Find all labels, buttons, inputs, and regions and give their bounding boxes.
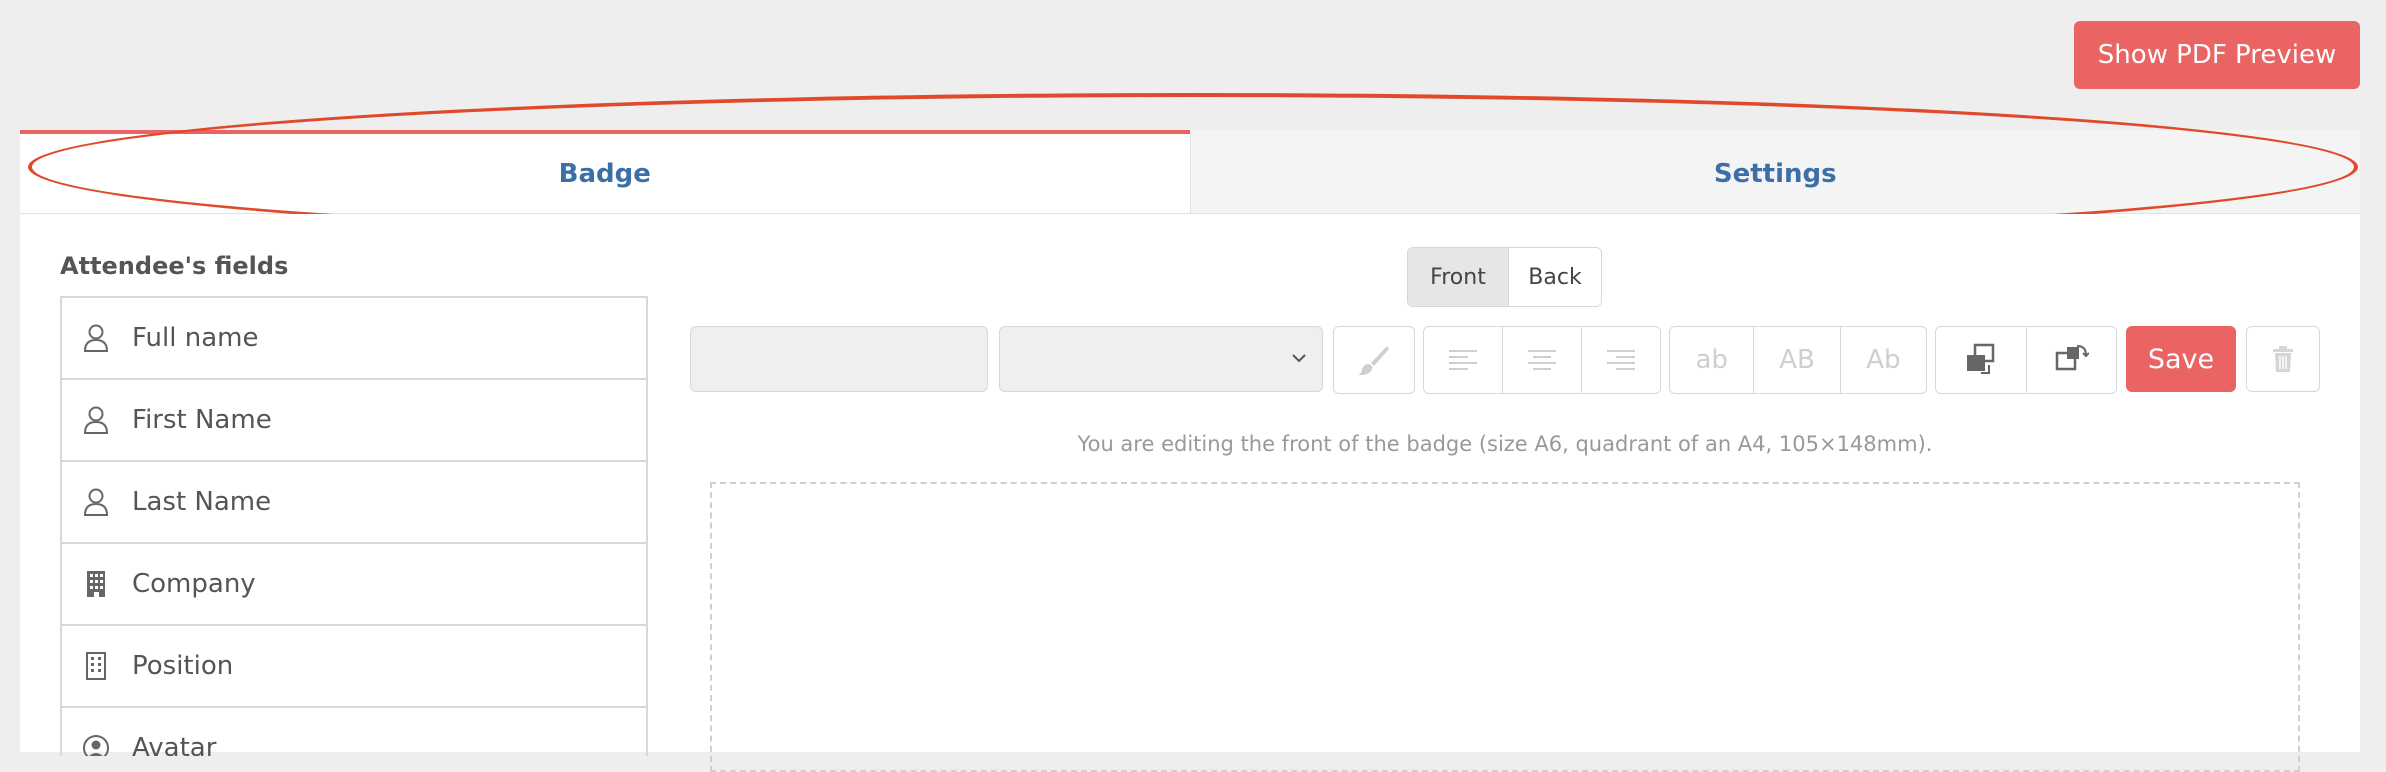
lowercase-button[interactable]: ab	[1670, 327, 1755, 393]
field-company[interactable]: Company	[62, 544, 646, 626]
field-label: Avatar	[132, 733, 217, 756]
field-label: Last Name	[132, 487, 272, 517]
building-outline-icon	[86, 652, 106, 680]
attendee-fields-list: Full name First Name Last Name Company P…	[60, 296, 648, 756]
badge-side-toggle: Front Back	[1407, 247, 1602, 307]
badge-canvas[interactable]	[710, 482, 2300, 772]
trash-icon	[2273, 346, 2293, 372]
user-icon	[83, 324, 109, 352]
align-left-icon	[1449, 350, 1477, 370]
align-right-button[interactable]	[1582, 327, 1660, 393]
tab-settings[interactable]: Settings	[1189, 130, 2360, 214]
font-family-select[interactable]	[999, 326, 1323, 392]
alignment-group	[1423, 326, 1661, 394]
user-icon	[83, 488, 109, 516]
user-icon	[83, 406, 109, 434]
text-case-group: ab AB Ab	[1669, 326, 1927, 394]
field-avatar[interactable]: Avatar	[62, 708, 646, 756]
tab-badge[interactable]: Badge	[20, 130, 1190, 214]
uppercase-button[interactable]: AB	[1754, 327, 1841, 393]
bring-forward-icon	[1966, 343, 1994, 374]
delete-button[interactable]	[2246, 326, 2320, 392]
attendee-fields-title: Attendee's fields	[60, 252, 289, 280]
paint-brush-icon	[1358, 346, 1389, 376]
back-side-button[interactable]: Back	[1509, 248, 1601, 306]
field-first-name[interactable]: First Name	[62, 380, 646, 462]
align-right-icon	[1607, 350, 1635, 370]
show-pdf-preview-button[interactable]: Show PDF Preview	[2074, 21, 2360, 89]
building-icon	[87, 571, 105, 597]
color-tool-group	[1333, 326, 1415, 394]
editing-hint: You are editing the front of the badge (…	[1077, 432, 1933, 456]
color-picker-button[interactable]	[1334, 327, 1414, 393]
front-side-button[interactable]: Front	[1408, 248, 1509, 306]
field-position[interactable]: Position	[62, 626, 646, 708]
font-size-input[interactable]	[690, 326, 988, 392]
field-label: First Name	[132, 405, 272, 435]
avatar-icon	[83, 735, 109, 756]
align-center-icon	[1528, 350, 1556, 370]
titlecase-button[interactable]: Ab	[1841, 327, 1926, 393]
send-backward-button[interactable]	[2027, 327, 2117, 393]
field-label: Position	[132, 651, 234, 681]
tab-bar: Badge Settings	[20, 130, 2360, 214]
field-label: Full name	[132, 323, 259, 353]
bring-forward-button[interactable]	[1936, 327, 2027, 393]
field-last-name[interactable]: Last Name	[62, 462, 646, 544]
chevron-down-icon	[1292, 354, 1306, 363]
align-center-button[interactable]	[1503, 327, 1582, 393]
field-full-name[interactable]: Full name	[62, 298, 646, 380]
field-label: Company	[132, 569, 256, 599]
layer-order-group	[1935, 326, 2117, 394]
send-backward-icon	[2056, 345, 2090, 371]
align-left-button[interactable]	[1424, 327, 1503, 393]
save-button[interactable]: Save	[2126, 326, 2236, 392]
badge-editor-panel: Attendee's fields Full name First Name L…	[20, 214, 2360, 772]
